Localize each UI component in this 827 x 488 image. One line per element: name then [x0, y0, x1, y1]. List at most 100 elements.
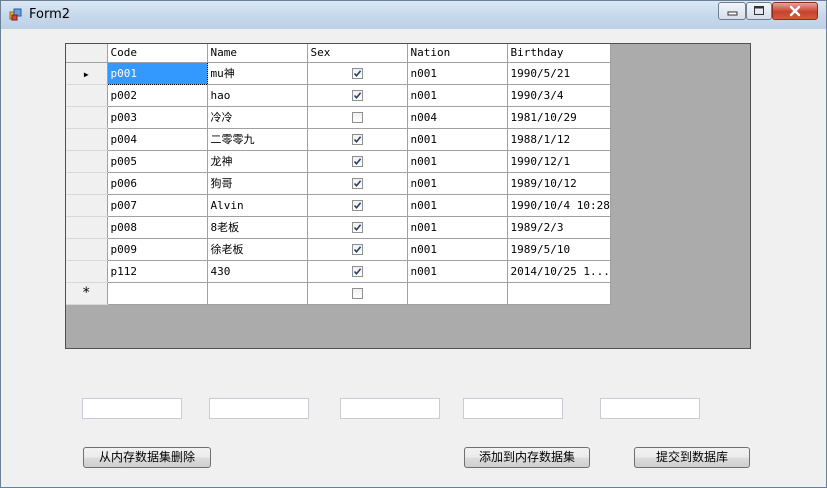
data-grid-view[interactable]: Code Name Sex Nation Birthday ▶ p001 mu神 n0… [65, 43, 751, 349]
column-header-sex[interactable]: Sex [307, 44, 408, 63]
cell-name[interactable]: 8老板 [207, 216, 308, 239]
cell-sex[interactable] [307, 238, 408, 261]
cell-code[interactable]: p008 [107, 216, 208, 239]
new-cell-name[interactable] [207, 282, 308, 305]
cell-sex[interactable] [307, 128, 408, 151]
cell-birthday[interactable]: 1990/3/4 [507, 84, 611, 107]
sex-textbox[interactable] [340, 398, 440, 419]
name-textbox[interactable] [209, 398, 309, 419]
cell-nation[interactable]: n001 [407, 84, 508, 107]
sex-checkbox[interactable] [351, 266, 363, 277]
column-header-nation[interactable]: Nation [407, 44, 508, 63]
row-header[interactable] [66, 106, 108, 129]
sex-checkbox[interactable] [351, 112, 363, 123]
row-header[interactable] [66, 172, 108, 195]
table-row[interactable]: p002 hao n001 1990/3/4 [66, 84, 611, 107]
cell-birthday[interactable]: 1990/12/1 [507, 150, 611, 173]
row-header[interactable]: ▶ [66, 62, 108, 85]
cell-sex[interactable] [307, 194, 408, 217]
row-header[interactable] [66, 128, 108, 151]
cell-name[interactable]: 徐老板 [207, 238, 308, 261]
cell-birthday[interactable]: 1990/10/4 10:28 [507, 194, 611, 217]
cell-sex[interactable] [307, 106, 408, 129]
new-cell-code[interactable] [107, 282, 208, 305]
cell-nation[interactable]: n001 [407, 238, 508, 261]
sex-checkbox[interactable] [351, 178, 363, 189]
cell-code[interactable]: p009 [107, 238, 208, 261]
title-bar[interactable]: Form2 [1, 1, 826, 29]
row-header[interactable] [66, 216, 108, 239]
column-header-code[interactable]: Code [107, 44, 208, 63]
cell-code[interactable]: p003 [107, 106, 208, 129]
row-header[interactable] [66, 150, 108, 173]
cell-sex[interactable] [307, 216, 408, 239]
table-row[interactable]: p004 二零零九 n001 1988/1/12 [66, 128, 611, 151]
cell-birthday[interactable]: 1981/10/29 [507, 106, 611, 129]
cell-nation[interactable]: n001 [407, 194, 508, 217]
cell-nation[interactable]: n001 [407, 128, 508, 151]
new-row[interactable]: * [66, 282, 611, 305]
cell-code[interactable]: p005 [107, 150, 208, 173]
table-row[interactable]: ▶ p001 mu神 n001 1990/5/21 [66, 61, 611, 85]
cell-name[interactable]: mu神 [207, 62, 308, 85]
cell-birthday[interactable]: 1989/10/12 [507, 172, 611, 195]
cell-birthday[interactable]: 1989/2/3 [507, 216, 611, 239]
sex-checkbox[interactable] [351, 68, 363, 79]
delete-from-dataset-button[interactable]: 从内存数据集删除 [83, 447, 211, 468]
table-row[interactable]: p003 冷冷 n004 1981/10/29 [66, 106, 611, 129]
submit-to-database-button[interactable]: 提交到数据库 [634, 447, 750, 468]
row-header[interactable] [66, 84, 108, 107]
cell-code[interactable]: p112 [107, 260, 208, 283]
cell-code[interactable]: p007 [107, 194, 208, 217]
cell-name[interactable]: 狗哥 [207, 172, 308, 195]
row-header[interactable] [66, 194, 108, 217]
table-row[interactable]: p112 430 n001 2014/10/25 1... [66, 260, 611, 283]
cell-code[interactable]: p002 [107, 84, 208, 107]
cell-code[interactable]: p004 [107, 128, 208, 151]
new-cell-sex[interactable] [307, 282, 408, 305]
birthday-textbox[interactable] [600, 398, 700, 419]
row-header[interactable] [66, 238, 108, 261]
cell-name[interactable]: hao [207, 84, 308, 107]
cell-code[interactable]: p006 [107, 172, 208, 195]
cell-sex[interactable] [307, 172, 408, 195]
cell-name[interactable]: Alvin [207, 194, 308, 217]
sex-checkbox[interactable] [351, 222, 363, 233]
cell-sex[interactable] [307, 150, 408, 173]
cell-code[interactable]: p001 [106, 61, 208, 85]
code-textbox[interactable] [82, 398, 182, 419]
cell-birthday[interactable]: 1988/1/12 [507, 128, 611, 151]
cell-name[interactable]: 430 [207, 260, 308, 283]
close-button[interactable] [772, 2, 818, 20]
cell-nation[interactable]: n004 [407, 106, 508, 129]
table-row[interactable]: p005 龙神 n001 1990/12/1 [66, 150, 611, 173]
cell-name[interactable]: 冷冷 [207, 106, 308, 129]
cell-nation[interactable]: n001 [407, 216, 508, 239]
add-to-dataset-button[interactable]: 添加到内存数据集 [464, 447, 590, 468]
cell-name[interactable]: 龙神 [207, 150, 308, 173]
sex-checkbox[interactable] [351, 244, 363, 255]
maximize-button[interactable] [746, 2, 772, 20]
new-cell-birthday[interactable] [507, 282, 611, 305]
table-row[interactable]: p008 8老板 n001 1989/2/3 [66, 216, 611, 239]
sex-checkbox[interactable] [351, 90, 363, 101]
cell-name[interactable]: 二零零九 [207, 128, 308, 151]
cell-sex[interactable] [307, 260, 408, 283]
sex-checkbox[interactable] [351, 156, 363, 167]
column-header-birthday[interactable]: Birthday [507, 44, 611, 63]
cell-birthday[interactable]: 1990/5/21 [507, 62, 611, 85]
cell-birthday[interactable]: 1989/5/10 [507, 238, 611, 261]
row-header[interactable] [66, 260, 108, 283]
cell-nation[interactable]: n001 [407, 172, 508, 195]
nation-textbox[interactable] [463, 398, 563, 419]
minimize-button[interactable] [718, 2, 746, 20]
table-row[interactable]: p006 狗哥 n001 1989/10/12 [66, 172, 611, 195]
new-cell-nation[interactable] [407, 282, 508, 305]
grid-corner-header[interactable] [66, 44, 108, 63]
cell-nation[interactable]: n001 [407, 150, 508, 173]
cell-sex[interactable] [307, 84, 408, 107]
cell-nation[interactable]: n001 [407, 62, 508, 85]
table-row[interactable]: p007 Alvin n001 1990/10/4 10:28 [66, 194, 611, 217]
sex-checkbox[interactable] [351, 288, 363, 299]
column-header-name[interactable]: Name [207, 44, 308, 63]
